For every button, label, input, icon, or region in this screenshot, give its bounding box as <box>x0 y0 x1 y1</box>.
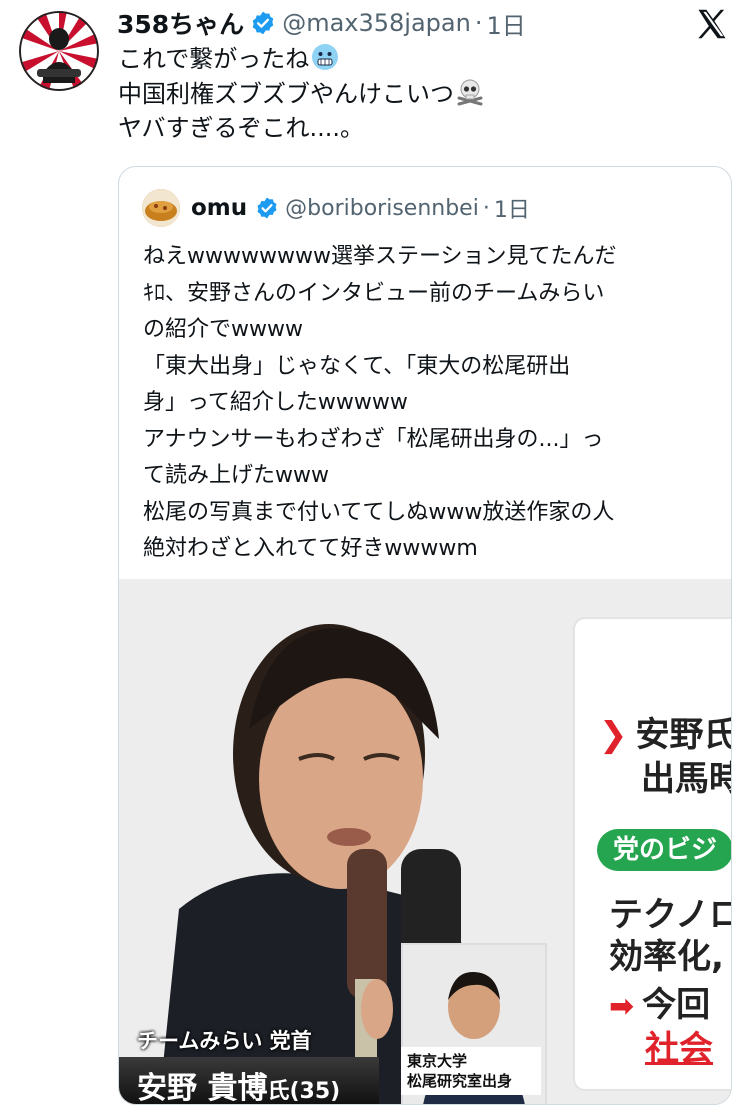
panel-line: 社会 <box>645 1029 713 1069</box>
quoted-tweet-text: ねえwwwwwwww選挙ステーション見てたんだ ｷﾛ、安野さんのインタビュー前の… <box>143 239 723 568</box>
tweet-line-text: 中国利権ズブズブやんけこいつ <box>118 79 454 108</box>
quoted-author-avatar[interactable] <box>142 189 180 227</box>
quoted-line: の紹介でwwww <box>143 317 303 342</box>
quoted-avatar-image <box>142 189 180 227</box>
quoted-line: 「東大出身」じゃなくて、「東大の松尾研出 <box>143 353 571 379</box>
x-logo-icon[interactable] <box>694 6 730 42</box>
panel-line: ❯ 安野氏 <box>599 707 731 756</box>
tweet-line: 中国利権ズブズブやんけこいつ <box>118 77 728 112</box>
separator-dot: · <box>474 9 483 37</box>
cold-face-emoji <box>311 43 339 71</box>
author-handle[interactable]: @max358japan <box>282 9 471 37</box>
quoted-line: て読み上げたwww <box>143 463 329 488</box>
tweet-line-text: ヤバすぎるぞこれ....。 <box>118 114 365 142</box>
quoted-line: 松尾の写真まで付いててしぬwww放送作家の人 <box>143 499 615 525</box>
tweet-line-text: これで繋がったね <box>118 45 310 73</box>
chevron-right-icon: ❯ <box>599 715 628 755</box>
panel-badge: 党のビジ <box>597 829 731 871</box>
avatar-image <box>19 11 99 91</box>
tweet-header: 358ちゃん @max358japan · 1日 <box>117 4 526 42</box>
quoted-tweet-time[interactable]: 1日 <box>494 192 530 224</box>
quoted-line: 身」って紹介したwwwww <box>143 390 408 415</box>
quoted-line: ｷﾛ、安野さんのインタビュー前のチームみらい <box>143 280 605 306</box>
inset-caption: 東京大学 松尾研究室出身 <box>401 1047 541 1095</box>
tweet-line: これで繋がったね <box>118 42 728 77</box>
caption-name-text: 安野 貴博 <box>137 1071 268 1104</box>
tv-info-panel: ❯安野氏 出馬時 党のビジ テクノロ 効率化, ➡今回 社会 <box>575 619 731 1089</box>
panel-line-text: 今回 <box>642 985 711 1025</box>
verified-badge-icon <box>250 10 276 36</box>
inset-caption-line: 松尾研究室出身 <box>407 1072 513 1090</box>
panel-line: ➡ 今回 <box>609 977 710 1026</box>
tweet-line: ヤバすぎるぞこれ....。 <box>118 111 728 146</box>
separator-dot: · <box>482 195 490 221</box>
panel-line-text: 安野氏 <box>635 715 732 755</box>
skull-crossbones-emoji <box>456 78 484 106</box>
tweet-text: これで繋がったね 中国利権ズブズブやんけこいつ ヤバすぎるぞこれ....。 <box>118 42 728 146</box>
author-avatar[interactable] <box>19 11 99 91</box>
inset-caption-line: 東京大学 <box>407 1052 468 1070</box>
panel-line: 出馬時 <box>641 759 731 799</box>
quoted-author-handle[interactable]: @boriborisennbei <box>285 196 479 221</box>
caption-age: 氏(35) <box>267 1079 341 1104</box>
tv-screenshot-photo[interactable]: ❯安野氏 出馬時 党のビジ テクノロ 効率化, ➡今回 社会 東京大学 松尾研究… <box>119 579 731 1104</box>
quoted-author-name[interactable]: omu <box>191 195 247 221</box>
quoted-tweet-card[interactable]: omu @boriborisennbei · 1日 ねえwwwwwwww選挙ステ… <box>118 166 732 1105</box>
quoted-line: 絶対わざと入れてて好きwwwwm <box>143 536 478 561</box>
quoted-line: ねえwwwwwwww選挙ステーション見てたんだ <box>143 244 617 269</box>
caption-name: 安野 貴博氏(35) <box>137 1063 340 1104</box>
verified-badge-icon <box>255 196 279 220</box>
caption-party: チームみらい 党首 <box>137 1029 312 1053</box>
tweet-time[interactable]: 1日 <box>486 6 525 41</box>
quoted-tweet-header: omu @boriborisennbei · 1日 <box>191 191 530 225</box>
quoted-line: アナウンサーもわざわざ「松尾研出身の...」っ <box>143 426 604 452</box>
panel-line: 効率化, <box>609 937 724 977</box>
author-name[interactable]: 358ちゃん <box>117 5 244 41</box>
arrow-right-icon: ➡ <box>609 989 635 1024</box>
